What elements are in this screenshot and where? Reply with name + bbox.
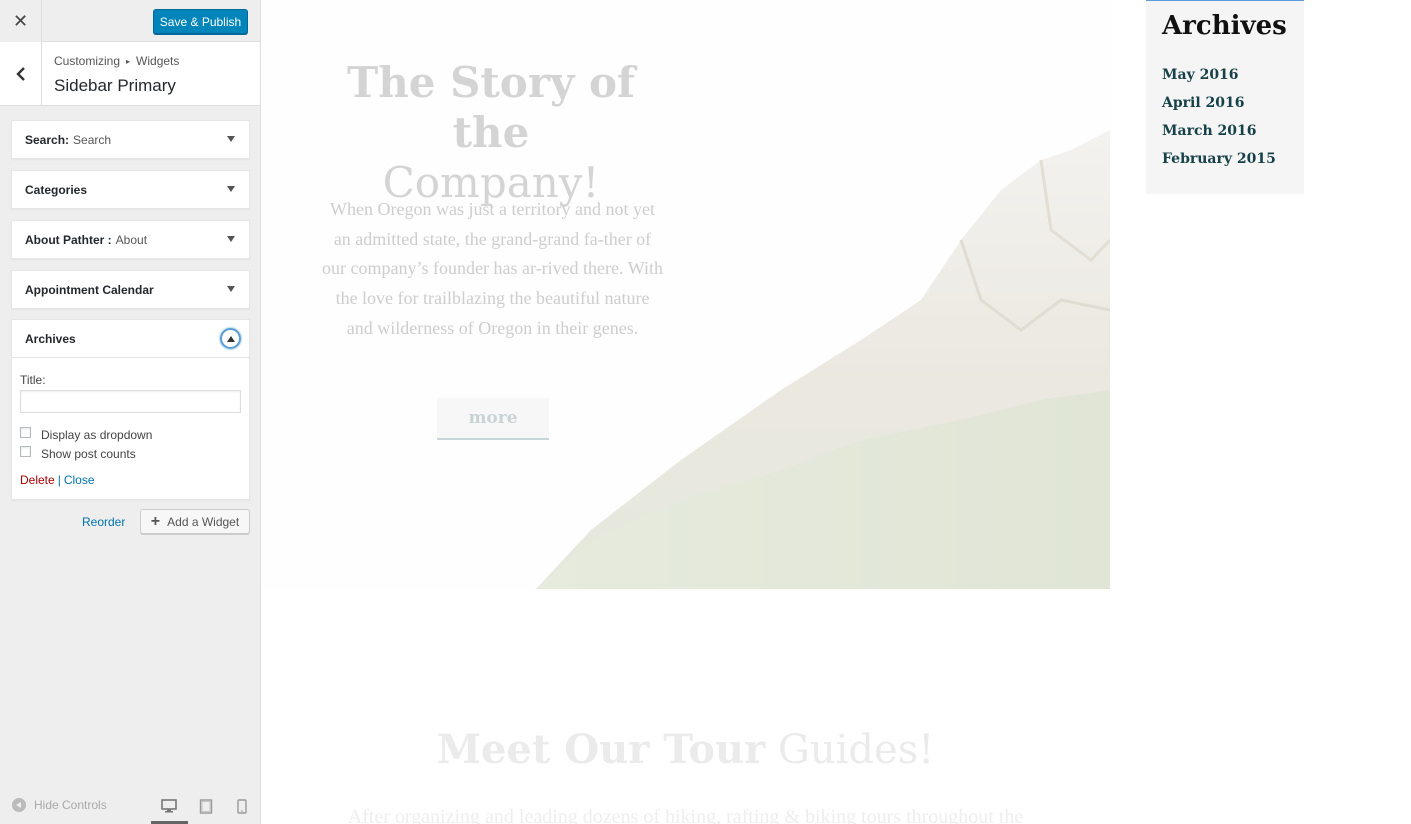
story-text: When Oregon was just a territory and not… <box>322 199 663 338</box>
widget-name: About Pathter : <box>25 232 112 247</box>
story-title: The Story of the Company! <box>313 58 669 208</box>
more-button[interactable]: more <box>437 398 549 440</box>
archive-link[interactable]: February 2015 <box>1162 145 1288 173</box>
close-icon[interactable]: ✕ <box>0 0 42 42</box>
widget-about[interactable]: About Pathter : About <box>11 220 250 259</box>
breadcrumb-parent: Customizing <box>54 54 121 68</box>
collapse-sidebar-icon <box>12 798 26 812</box>
widget-name: Archives <box>25 331 76 346</box>
expand-arrow-icon[interactable] <box>227 186 235 192</box>
widget-header[interactable]: Categories <box>12 171 249 208</box>
post-counts-checkbox[interactable] <box>20 446 31 457</box>
guides-title-bold: Meet Our Tour <box>436 726 766 773</box>
archive-link[interactable]: May 2016 <box>1162 61 1288 89</box>
breadcrumb-separator-icon: ▸ <box>126 56 131 66</box>
section-title: Sidebar Primary <box>54 76 176 95</box>
widget-appointment-calendar[interactable]: Appointment Calendar <box>11 270 250 309</box>
post-counts-label: Show post counts <box>41 446 136 461</box>
widget-subtitle: Search <box>73 132 112 147</box>
archive-link[interactable]: March 2016 <box>1162 117 1288 145</box>
site-preview: The Story of the Company! When Oregon wa… <box>261 0 1411 824</box>
widget-archives[interactable]: Archives Title: Display as dropdown Show… <box>11 319 250 500</box>
controls-separator: | <box>57 473 61 487</box>
guides-title: Meet Our Tour Guides! <box>261 726 1110 773</box>
customizer-footer: Hide Controls <box>0 788 260 824</box>
dropdown-option: Display as dropdown <box>20 427 241 442</box>
widget-controls: Delete | Close <box>20 473 241 487</box>
save-publish-button[interactable]: Save & Publish <box>153 9 248 34</box>
widget-header[interactable]: Search: Search <box>12 121 249 158</box>
widget-name: Categories <box>25 182 88 197</box>
widget-categories[interactable]: Categories <box>11 170 250 209</box>
archive-link[interactable]: April 2016 <box>1162 89 1288 117</box>
guides-text: After organizing and leading dozens of h… <box>347 806 1024 824</box>
customizer-sidebar: ✕ Save & Publish Customizing ▸ Widgets S… <box>0 0 261 824</box>
expand-arrow-icon[interactable] <box>227 286 235 292</box>
widget-name: Search: <box>25 132 70 147</box>
title-input[interactable] <box>20 390 241 413</box>
mobile-preview-icon[interactable] <box>233 797 251 815</box>
breadcrumb: Customizing ▸ Widgets <box>54 54 179 68</box>
tablet-preview-icon[interactable] <box>197 797 215 815</box>
expand-arrow-icon[interactable] <box>227 236 235 242</box>
hide-controls-label: Hide Controls <box>34 798 107 812</box>
counts-option: Show post counts <box>20 446 241 461</box>
widget-search[interactable]: Search: Search <box>11 120 250 159</box>
add-widget-label: Add a Widget <box>167 514 240 529</box>
dropdown-checkbox[interactable] <box>20 427 31 438</box>
desktop-preview-icon[interactable] <box>160 797 178 815</box>
archives-preview-widget: Archives May 2016 April 2016 March 2016 … <box>1146 0 1304 194</box>
story-title-bold: The Story of the <box>346 58 636 157</box>
plus-icon: + <box>150 512 161 530</box>
guides-title-light: Guides! <box>777 727 935 773</box>
widget-name: Appointment Calendar <box>25 282 154 297</box>
hide-controls-button[interactable]: Hide Controls <box>12 798 107 812</box>
close-link[interactable]: Close <box>64 473 95 487</box>
widget-header[interactable]: Appointment Calendar <box>12 271 249 308</box>
widget-header[interactable]: About Pathter : About <box>12 221 249 258</box>
add-widget-button[interactable]: + Add a Widget <box>140 509 250 534</box>
archive-list: May 2016 April 2016 March 2016 February … <box>1162 61 1288 173</box>
section-header: Customizing ▸ Widgets Sidebar Primary <box>0 42 260 106</box>
widget-subtitle: About <box>115 232 148 247</box>
reorder-link[interactable]: Reorder <box>82 515 125 529</box>
delete-link[interactable]: Delete <box>20 473 55 487</box>
expand-arrow-icon[interactable] <box>227 136 235 142</box>
archives-preview-title: Archives <box>1162 11 1287 41</box>
customizer-header: ✕ Save & Publish <box>0 0 260 42</box>
dropdown-label: Display as dropdown <box>41 427 153 442</box>
widget-form: Title: Display as dropdown Show post cou… <box>12 357 249 499</box>
back-icon[interactable] <box>0 42 42 105</box>
collapse-arrow-icon[interactable] <box>220 328 241 349</box>
title-label: Title: <box>20 373 46 387</box>
story-section: The Story of the Company! When Oregon wa… <box>261 0 1110 589</box>
breadcrumb-current: Widgets <box>136 54 180 68</box>
widget-header[interactable]: Archives <box>12 320 249 357</box>
